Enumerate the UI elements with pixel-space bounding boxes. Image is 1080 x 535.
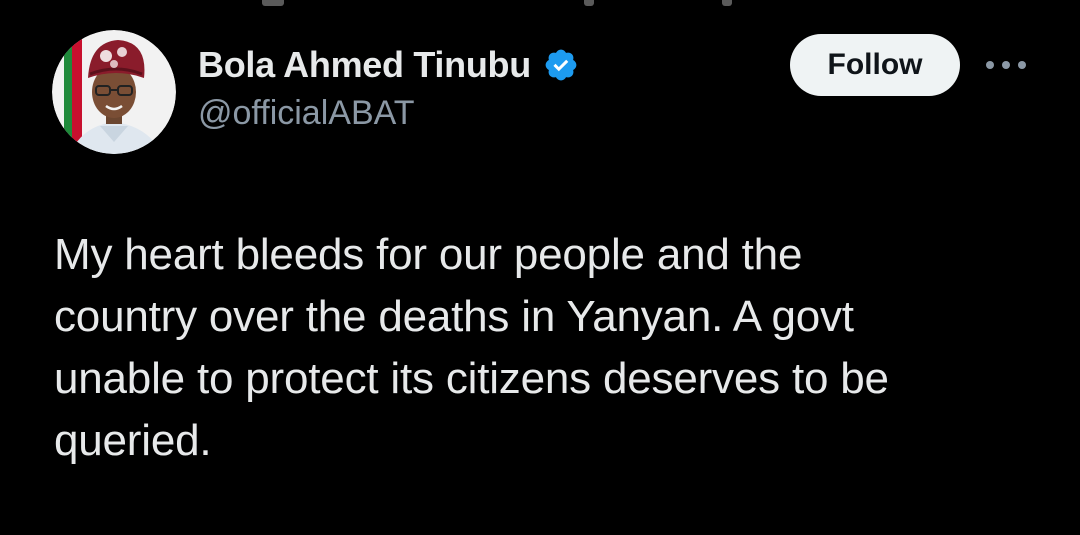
more-horizontal-icon[interactable] bbox=[986, 58, 1026, 72]
follow-button[interactable]: Follow bbox=[790, 34, 960, 96]
tweet-card: Bola Ahmed Tinubu @officialABAT Follow M… bbox=[0, 0, 1080, 535]
verified-badge-icon[interactable] bbox=[543, 47, 579, 83]
name-row: Bola Ahmed Tinubu bbox=[198, 42, 579, 88]
profile-photo bbox=[52, 30, 176, 154]
tweet-text: My heart bleeds for our people and the c… bbox=[54, 230, 889, 465]
tweet-header: Bola Ahmed Tinubu @officialABAT bbox=[198, 42, 579, 133]
previous-content-remnant bbox=[0, 0, 1080, 14]
user-handle[interactable]: @officialABAT bbox=[198, 94, 579, 133]
display-name[interactable]: Bola Ahmed Tinubu bbox=[198, 44, 531, 86]
avatar[interactable] bbox=[52, 30, 176, 154]
